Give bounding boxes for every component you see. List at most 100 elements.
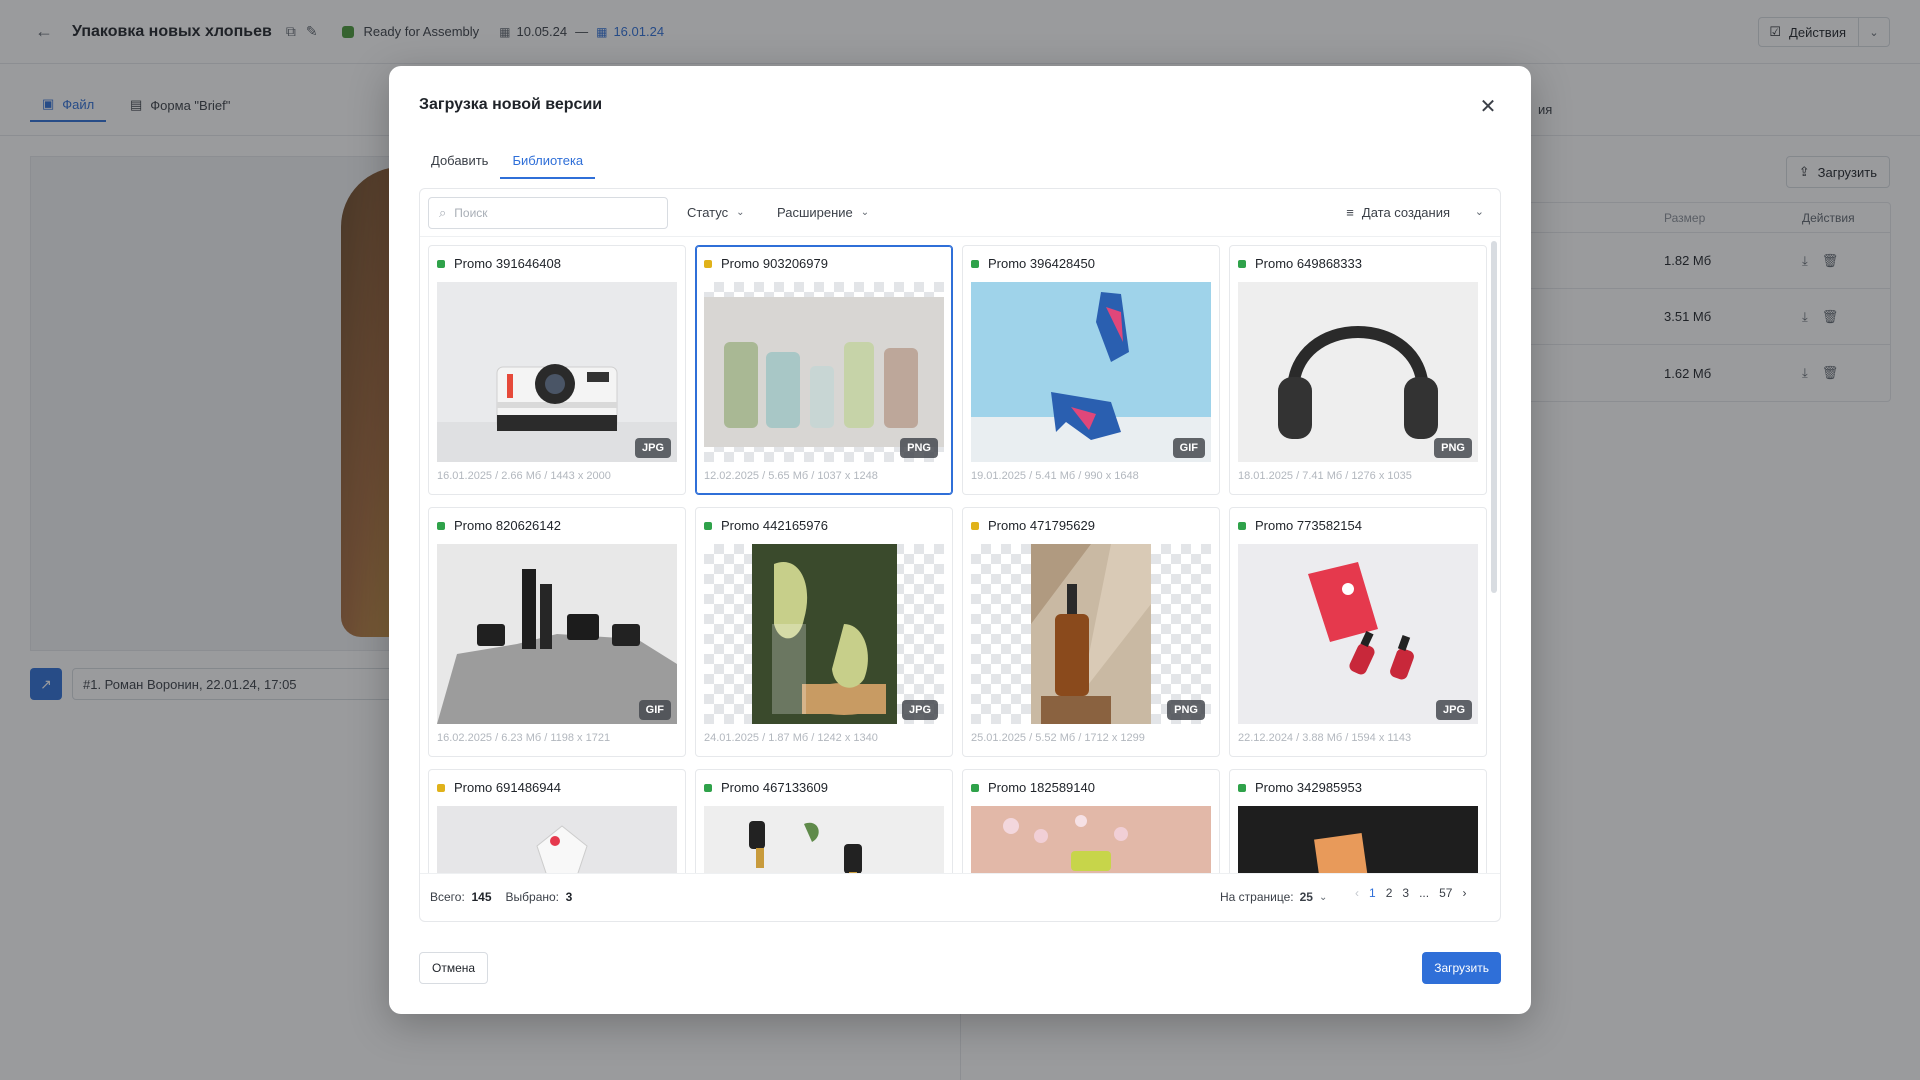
file-type-badge: PNG (900, 438, 938, 458)
asset-card[interactable]: Promo 342985953 (1229, 769, 1487, 873)
asset-name: Promo 182589140 (988, 780, 1095, 795)
asset-card[interactable]: Promo 903206979 PNG 12.02.2025 / 5.65 Мб (695, 245, 953, 495)
asset-thumbnail (1238, 282, 1478, 462)
asset-card[interactable]: Promo 820626142 GIF 16.02.2025 / 6.23 Мб… (428, 507, 686, 757)
asset-card[interactable]: Promo 649868333 PNG 18.01.2025 / 7.41 Мб… (1229, 245, 1487, 495)
tab-library[interactable]: Библиотека (500, 144, 596, 179)
chevron-down-icon: ⌄ (736, 207, 745, 218)
asset-thumbnail (704, 544, 944, 724)
asset-meta: 25.01.2025 / 5.52 Мб / 1712 x 1299 (971, 732, 1145, 744)
filter-bar: ⌕ Статус ⌄ Расширение ⌄ ≡ Дата создания … (420, 189, 1500, 237)
chevron-down-icon[interactable]: ⌄ (1475, 205, 1484, 218)
asset-thumbnail (704, 806, 944, 873)
extension-filter[interactable]: Расширение ⌄ (777, 205, 869, 220)
asset-card[interactable]: Promo 471795629 PNG 25.01.2025 / 5.52 Мб (962, 507, 1220, 757)
asset-name: Promo 396428450 (988, 256, 1095, 271)
pagination: ‹ 1 2 3 ... 57 › (1355, 886, 1466, 900)
asset-name: Promo 467133609 (721, 780, 828, 795)
status-filter-label: Статус (687, 205, 729, 220)
sponges-image (752, 544, 897, 724)
asset-card[interactable]: Promo 773582154 JPG 22.12.2024 / 3.88 Мб… (1229, 507, 1487, 757)
status-dot-icon (1238, 259, 1246, 268)
modal-title: Загрузка новой версии (419, 96, 603, 113)
asset-thumbnail (971, 806, 1211, 873)
total-label: Всего: (430, 890, 465, 904)
status-dot-icon (704, 521, 712, 530)
status-dot-icon (704, 783, 712, 792)
asset-name: Promo 773582154 (1255, 518, 1362, 533)
sort-label: Дата создания (1361, 205, 1450, 220)
asset-meta: 22.12.2024 / 3.88 Мб / 1594 x 1143 (1238, 732, 1412, 744)
status-dot-icon (1238, 521, 1246, 530)
asset-card[interactable]: Promo 396428450 GIF 19.01.2025 / 5.41 Мб (962, 245, 1220, 495)
per-page-label: На странице: (1220, 890, 1294, 904)
asset-card[interactable]: Promo 182589140 (962, 769, 1220, 873)
asset-card[interactable]: Promo 442165976 JPG 24.01.2025 / 1.87 Мб (695, 507, 953, 757)
asset-name: Promo 903206979 (721, 256, 828, 271)
cancel-button[interactable]: Отмена (419, 952, 489, 984)
asset-name: Promo 691486944 (454, 780, 561, 795)
file-type-badge: PNG (1434, 438, 1472, 458)
modal-tabs: Добавить Библиотека (419, 144, 596, 179)
asset-name: Promo 820626142 (454, 518, 561, 533)
status-dot-icon (437, 783, 445, 792)
status-dot-icon (971, 783, 979, 792)
asset-thumbnail (704, 282, 944, 462)
asset-meta: 16.01.2025 / 2.66 Мб / 1443 x 2000 (437, 470, 611, 482)
asset-thumbnail (971, 282, 1211, 462)
asset-card[interactable]: Promo 467133609 (695, 769, 953, 873)
selected-count: 3 (565, 890, 573, 904)
status-filter[interactable]: Статус ⌄ (687, 205, 745, 220)
asset-card[interactable]: Promo 691486944 (428, 769, 686, 873)
sort-icon: ≡ (1346, 205, 1354, 220)
sort-button[interactable]: ≡ Дата создания (1346, 205, 1450, 220)
cosmetics-tubes-image (704, 297, 944, 447)
page-1[interactable]: 1 (1369, 886, 1376, 900)
asset-thumbnail (437, 544, 677, 724)
chevron-down-icon: ⌄ (1318, 891, 1328, 903)
asset-thumbnail (1238, 544, 1478, 724)
status-dot-icon (437, 259, 445, 268)
tab-add[interactable]: Добавить (419, 144, 500, 179)
asset-card[interactable]: Promo 391646408 JPG 16.01.2025 / 2.66 Мб… (428, 245, 686, 495)
page-2[interactable]: 2 (1386, 886, 1393, 900)
asset-meta: 24.01.2025 / 1.87 Мб / 1242 x 1340 (704, 732, 878, 744)
status-dot-icon (971, 521, 979, 530)
search-input[interactable] (454, 206, 645, 220)
file-type-badge: GIF (1172, 438, 1205, 458)
asset-name: Promo 649868333 (1255, 256, 1362, 271)
shoes-image (971, 282, 1211, 462)
asset-thumbnail (1238, 806, 1478, 873)
blossom-image (971, 806, 1211, 873)
status-dot-icon (704, 259, 712, 268)
close-icon[interactable]: ✕ (1475, 94, 1501, 120)
prev-page-icon[interactable]: ‹ (1355, 886, 1359, 900)
library-panel: ⌕ Статус ⌄ Расширение ⌄ ≡ Дата создания … (419, 188, 1501, 922)
black-cosmetics-image (437, 544, 677, 724)
grid-scrollbar[interactable] (1491, 241, 1497, 593)
package-image (1238, 806, 1478, 873)
dropper-bottle-image (1031, 544, 1151, 724)
pouch-image (437, 806, 677, 873)
file-type-badge: PNG (1167, 700, 1205, 720)
asset-grid-viewport[interactable]: Promo 391646408 JPG 16.01.2025 / 2.66 Мб… (420, 237, 1490, 873)
selected-label: Выбрано: (505, 890, 559, 904)
page-ellipsis: ... (1419, 886, 1430, 900)
next-page-icon[interactable]: › (1462, 886, 1466, 900)
per-page-value: 25 (1299, 890, 1313, 904)
asset-name: Promo 471795629 (988, 518, 1095, 533)
status-dot-icon (1238, 783, 1246, 792)
search-box[interactable]: ⌕ (428, 197, 668, 229)
search-icon: ⌕ (439, 205, 447, 220)
upload-button[interactable]: Загрузить (1422, 952, 1501, 984)
file-type-badge: JPG (1435, 700, 1472, 720)
asset-name: Promo 391646408 (454, 256, 561, 271)
per-page-select[interactable]: На странице: 25 ⌄ (1220, 890, 1327, 904)
page-3[interactable]: 3 (1402, 886, 1409, 900)
library-footer: Всего: 145 Выбрано: 3 На странице: 25 ⌄ … (420, 873, 1500, 921)
asset-name: Promo 342985953 (1255, 780, 1362, 795)
headphones-image (1238, 282, 1478, 462)
asset-thumbnail (971, 544, 1211, 724)
page-last[interactable]: 57 (1439, 886, 1452, 900)
file-type-badge: JPG (634, 438, 671, 458)
